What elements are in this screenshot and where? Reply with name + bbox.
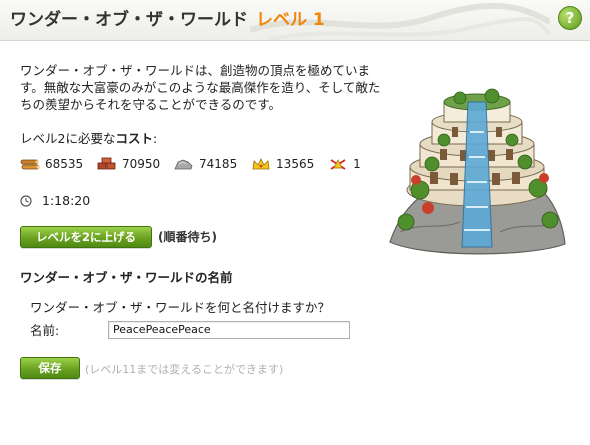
cost-label-suffix: : bbox=[152, 131, 158, 146]
upgrade-button[interactable]: レベルを2に上げる bbox=[20, 226, 152, 248]
save-note: (レベル11までは変えることができます) bbox=[85, 363, 284, 376]
name-input[interactable] bbox=[108, 320, 350, 339]
save-button[interactable]: 保存 bbox=[20, 357, 80, 379]
cost-value: 70950 bbox=[122, 157, 161, 171]
cost-item-builder: 1 bbox=[328, 157, 361, 171]
title-text: ワンダー・オブ・ザ・ワールド bbox=[10, 10, 248, 30]
cost-item-brick: 70950 bbox=[97, 157, 160, 171]
build-timer: 1:18:20 bbox=[20, 193, 90, 208]
timer-value: 1:18:20 bbox=[42, 193, 91, 208]
lumber-icon bbox=[20, 159, 40, 170]
name-field-label: 名前: bbox=[30, 323, 60, 338]
builder-icon bbox=[330, 159, 346, 170]
brick-icon bbox=[97, 157, 116, 170]
title-level: レベル 1 bbox=[256, 10, 325, 30]
wonder-building-image bbox=[389, 88, 566, 255]
clock-icon bbox=[20, 194, 32, 207]
gold-crown-icon bbox=[252, 158, 270, 170]
queue-note: (順番待ち) bbox=[158, 230, 217, 244]
cost-value: 68535 bbox=[45, 157, 84, 171]
stone-icon bbox=[174, 159, 193, 170]
name-row: 名前: bbox=[30, 320, 350, 339]
cost-item-gold: 13565 bbox=[251, 157, 314, 171]
cost-value: 74185 bbox=[199, 157, 238, 171]
cost-value: 13565 bbox=[276, 157, 315, 171]
name-heading: ワンダー・オブ・ザ・ワールドの名前 bbox=[20, 270, 233, 285]
cost-item-lumber: 68535 bbox=[20, 157, 83, 171]
header-bar: ワンダー・オブ・ザ・ワールド レベル 1 ? bbox=[0, 0, 590, 41]
cost-label-bold: コスト bbox=[115, 131, 153, 146]
name-question: ワンダー・オブ・ザ・ワールドを何と名付けますか？ bbox=[30, 300, 331, 315]
page-title: ワンダー・オブ・ザ・ワールド レベル 1 bbox=[10, 5, 325, 30]
cost-label: レベル2に必要なコスト: bbox=[20, 128, 157, 147]
cost-item-stone: 74185 bbox=[174, 157, 237, 171]
cost-list: 68535 70950 74185 13565 1 bbox=[20, 157, 371, 174]
cost-label-prefix: レベル2に必要な bbox=[20, 131, 116, 146]
description-text: ワンダー・オブ・ザ・ワールドは、創造物の頂点を極めています。無敵な大富豪のみがこ… bbox=[20, 63, 381, 112]
cost-value: 1 bbox=[353, 157, 361, 171]
help-button[interactable]: ? bbox=[558, 6, 582, 30]
